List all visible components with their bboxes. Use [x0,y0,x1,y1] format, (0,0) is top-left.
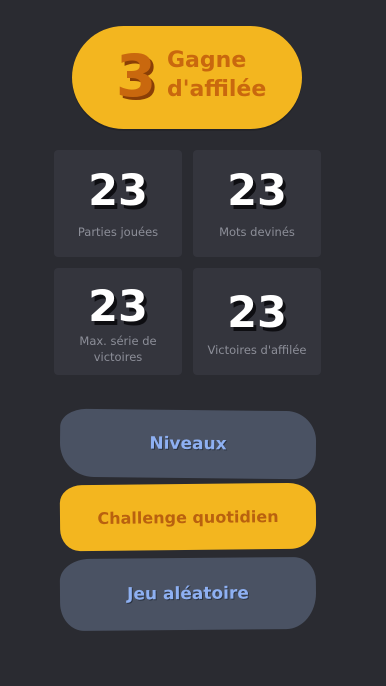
stat-label: Max. série de victoires [79,334,157,364]
stat-label: Mots devinés [219,225,295,239]
stat-card-current-win-streak: 23 Victoires d'affilée [193,268,321,375]
streak-badge: 3 Gagne d'affilée [72,26,302,129]
levels-button[interactable]: Niveaux [59,408,317,480]
streak-count: 3 [115,42,157,110]
stat-card-max-win-streak: 23 Max. série de victoires [54,268,182,375]
random-game-button[interactable]: Jeu aléatoire [59,556,317,632]
stat-card-games-played: 23 Parties jouées [54,150,182,257]
levels-button-label: Niveaux [149,433,227,455]
random-game-button-label: Jeu aléatoire [127,583,249,605]
stat-label: Parties jouées [77,225,159,239]
daily-challenge-button-label: Challenge quotidien [97,506,279,528]
stat-value: 23 [227,166,287,216]
stat-card-words-guessed: 23 Mots devinés [193,150,321,257]
stat-value: 23 [227,288,287,338]
stat-value: 23 [88,166,148,216]
stat-value: 23 [88,282,148,332]
daily-challenge-button[interactable]: Challenge quotidien [59,482,317,552]
streak-label: Gagne d'affilée [167,48,267,102]
stat-label: Victoires d'affilée [207,343,307,357]
